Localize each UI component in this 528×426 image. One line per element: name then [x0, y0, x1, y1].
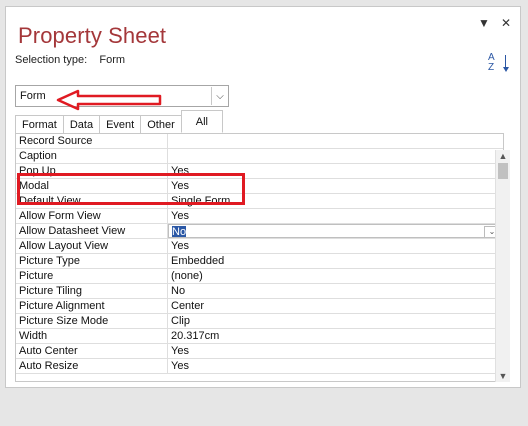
selection-type: Selection type: Form: [15, 54, 125, 66]
property-value[interactable]: Yes: [168, 179, 503, 193]
property-name: Default View: [16, 194, 168, 208]
property-name: Auto Resize: [16, 359, 168, 373]
property-name: Picture Type: [16, 254, 168, 268]
scroll-up-icon[interactable]: ▲: [496, 150, 510, 162]
close-icon[interactable]: ✕: [500, 16, 512, 30]
property-row[interactable]: Allow Form View Yes: [16, 209, 503, 224]
property-value[interactable]: Embedded: [168, 254, 503, 268]
property-value[interactable]: Yes: [168, 344, 503, 358]
property-value: No: [172, 226, 187, 238]
tab-all[interactable]: All: [180, 110, 223, 133]
property-value[interactable]: Yes: [168, 164, 503, 178]
sort-a-z-icon[interactable]: AZ: [488, 53, 509, 75]
combobox-value: Form: [20, 90, 46, 102]
property-name: Picture Alignment: [16, 299, 168, 313]
property-value[interactable]: Center: [168, 299, 503, 313]
property-value[interactable]: Yes: [168, 239, 503, 253]
property-sheet-pane: Property Sheet ▼ ✕ Selection type: Form …: [5, 6, 521, 388]
property-name: Pop Up: [16, 164, 168, 178]
property-row-selected[interactable]: Allow Datasheet View No ⌄: [16, 224, 503, 239]
pane-options-dropdown-icon[interactable]: ▼: [478, 16, 490, 30]
chevron-down-icon[interactable]: ⌵: [211, 87, 228, 105]
tab-format[interactable]: Format: [15, 115, 64, 133]
property-name: Record Source: [16, 134, 168, 148]
property-value-combobox[interactable]: No ⌄: [168, 224, 503, 238]
property-name: Allow Form View: [16, 209, 168, 223]
pane-controls: ▼ ✕: [478, 16, 512, 30]
property-value[interactable]: No: [168, 284, 503, 298]
property-row[interactable]: Default View Single Form: [16, 194, 503, 209]
property-name: Width: [16, 329, 168, 343]
property-row[interactable]: Modal Yes: [16, 179, 503, 194]
property-value[interactable]: [168, 134, 503, 148]
property-tabs: Format Data Event Other All: [15, 110, 223, 133]
property-name: Picture Size Mode: [16, 314, 168, 328]
property-value[interactable]: (none): [168, 269, 503, 283]
property-row[interactable]: Picture Size Mode Clip: [16, 314, 503, 329]
vertical-scrollbar[interactable]: ▲ ▼: [495, 150, 510, 382]
property-row[interactable]: Allow Layout View Yes: [16, 239, 503, 254]
selection-type-label: Selection type:: [15, 54, 88, 66]
property-row[interactable]: Picture Tiling No: [16, 284, 503, 299]
tab-other[interactable]: Other: [140, 115, 182, 133]
scroll-down-icon[interactable]: ▼: [496, 370, 510, 382]
property-row[interactable]: Picture Type Embedded: [16, 254, 503, 269]
property-name: Allow Layout View: [16, 239, 168, 253]
tab-data[interactable]: Data: [62, 115, 101, 133]
property-row[interactable]: Picture (none): [16, 269, 503, 284]
property-row[interactable]: Pop Up Yes: [16, 164, 503, 179]
property-value[interactable]: 20.317cm: [168, 329, 503, 343]
property-row[interactable]: Auto Resize Yes: [16, 359, 503, 374]
property-name: Auto Center: [16, 344, 168, 358]
property-name: Picture Tiling: [16, 284, 168, 298]
property-value[interactable]: Yes: [168, 209, 503, 223]
scroll-thumb[interactable]: [498, 163, 508, 179]
property-value[interactable]: Yes: [168, 359, 503, 373]
tab-event[interactable]: Event: [99, 115, 142, 133]
pane-title: Property Sheet: [18, 23, 167, 48]
property-row[interactable]: Record Source: [16, 134, 503, 149]
property-row[interactable]: Auto Center Yes: [16, 344, 503, 359]
property-row[interactable]: Caption: [16, 149, 503, 164]
property-name: Picture: [16, 269, 168, 283]
selection-type-value: Form: [99, 54, 126, 66]
property-grid: Record Source Caption Pop Up Yes Modal Y…: [15, 133, 504, 382]
property-value[interactable]: [168, 149, 503, 163]
property-name: Allow Datasheet View: [16, 224, 168, 238]
property-name: Modal: [16, 179, 168, 193]
property-row[interactable]: Width 20.317cm: [16, 329, 503, 344]
property-value[interactable]: Clip: [168, 314, 503, 328]
property-value[interactable]: Single Form: [168, 194, 503, 208]
property-name: Caption: [16, 149, 168, 163]
selection-type-combobox[interactable]: Form ⌵: [15, 85, 229, 107]
property-row[interactable]: Picture Alignment Center: [16, 299, 503, 314]
